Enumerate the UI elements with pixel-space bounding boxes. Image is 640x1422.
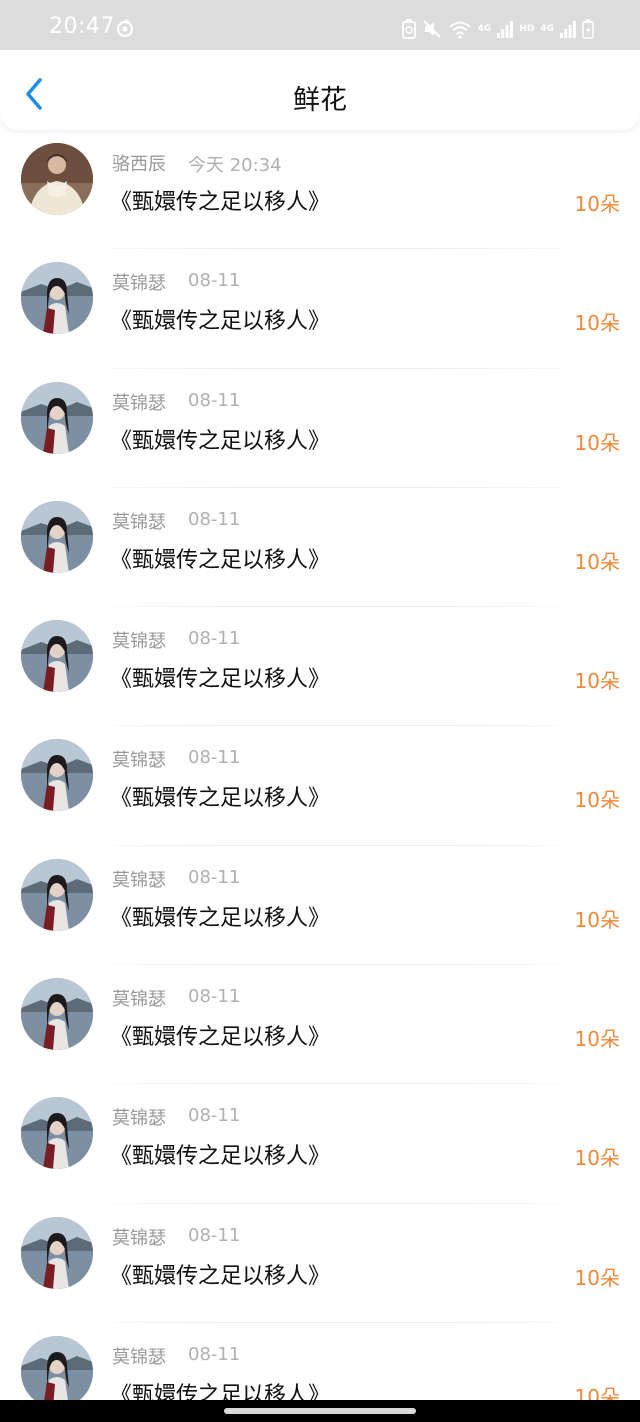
flower-list: 骆西辰 今天 20:34 《甄嬛传之足以移人》 10朵 莫锦瑟 08-11 《甄… xyxy=(0,130,640,1422)
avatar[interactable] xyxy=(21,858,93,931)
home-indicator[interactable] xyxy=(224,1408,416,1414)
send-time: 08-11 xyxy=(188,986,241,1008)
book-title: 《甄嬛传之足以移人》 xyxy=(110,1263,331,1289)
send-time: 08-11 xyxy=(188,1224,241,1246)
flower-count: 10朵 xyxy=(574,549,620,574)
flower-count: 10朵 xyxy=(574,669,620,694)
battery-saver-icon xyxy=(401,19,416,39)
book-title: 《甄嬛传之足以移人》 xyxy=(110,667,331,693)
list-item[interactable]: 莫锦瑟 08-11 《甄嬛传之足以移人》 10朵 xyxy=(0,846,640,966)
user-avatar-image xyxy=(21,262,93,335)
list-item[interactable]: 莫锦瑟 08-11 《甄嬛传之足以移人》 10朵 xyxy=(0,1084,640,1204)
book-title: 《甄嬛传之足以移人》 xyxy=(110,428,331,454)
avatar[interactable] xyxy=(21,500,93,573)
status-icons: 4G HD 4G xyxy=(401,17,594,41)
flower-count: 10朵 xyxy=(574,192,620,216)
hd-label: HD xyxy=(519,24,535,34)
sender-name: 莫锦瑟 xyxy=(112,273,166,295)
avatar[interactable] xyxy=(21,143,93,215)
network-badge-2: 4G xyxy=(540,24,554,34)
signal-icon xyxy=(497,21,514,38)
sender-name: 骆西辰 xyxy=(112,154,166,175)
user-avatar-image xyxy=(21,1216,93,1289)
status-bar: 20:47 4G HD 4G xyxy=(0,0,640,50)
book-title: 《甄嬛传之足以移人》 xyxy=(110,1025,331,1051)
avatar[interactable] xyxy=(21,978,93,1051)
flower-count: 10朵 xyxy=(574,788,620,813)
signal-icon-2 xyxy=(560,21,576,38)
list-item[interactable]: 莫锦瑟 08-11 《甄嬛传之足以移人》 10朵 xyxy=(0,726,640,846)
book-title: 《甄嬛传之足以移人》 xyxy=(110,1144,331,1170)
avatar[interactable] xyxy=(21,262,93,335)
send-time: 08-11 xyxy=(188,270,241,292)
flower-count: 10朵 xyxy=(574,1146,620,1171)
user-avatar-image xyxy=(21,620,93,693)
sender-name: 莫锦瑟 xyxy=(112,511,166,533)
user-avatar-image xyxy=(21,1097,93,1170)
avatar[interactable] xyxy=(21,1335,93,1408)
sender-name: 莫锦瑟 xyxy=(112,631,166,653)
send-time: 08-11 xyxy=(188,747,241,769)
mute-icon xyxy=(422,20,441,38)
user-avatar-image xyxy=(21,500,93,573)
user-avatar-image xyxy=(21,143,93,215)
flower-page: 20:47 4G HD 4G 鲜花 骆西辰 今天 20:34 《甄嬛传之足以移人… xyxy=(0,0,640,1422)
flower-count: 10朵 xyxy=(574,430,620,455)
list-item[interactable]: 莫锦瑟 08-11 《甄嬛传之足以移人》 10朵 xyxy=(0,1204,640,1323)
status-time: 20:47 xyxy=(49,14,115,39)
system-navigation-bar xyxy=(0,1400,640,1422)
book-title: 《甄嬛传之足以移人》 xyxy=(110,309,331,335)
send-time: 08-11 xyxy=(188,866,241,888)
sender-name: 莫锦瑟 xyxy=(112,1346,166,1368)
sender-name: 莫锦瑟 xyxy=(112,1108,166,1130)
user-avatar-image xyxy=(21,739,93,812)
network-badge-1: 4G xyxy=(477,24,492,34)
send-time: 08-11 xyxy=(188,508,241,530)
user-avatar-image xyxy=(21,858,93,931)
sender-name: 莫锦瑟 xyxy=(112,750,166,772)
battery-icon xyxy=(582,19,594,39)
flower-count: 10朵 xyxy=(574,1027,620,1052)
list-item[interactable]: 莫锦瑟 08-11 《甄嬛传之足以移人》 10朵 xyxy=(0,249,640,369)
list-item[interactable]: 莫锦瑟 08-11 《甄嬛传之足以移人》 10朵 xyxy=(0,369,640,488)
flower-count: 10朵 xyxy=(574,1265,620,1290)
user-avatar-image xyxy=(21,1335,93,1408)
book-title: 《甄嬛传之足以移人》 xyxy=(110,190,331,215)
send-time: 08-11 xyxy=(188,628,241,650)
book-title: 《甄嬛传之足以移人》 xyxy=(110,905,331,931)
avatar[interactable] xyxy=(21,1216,93,1289)
header: 鲜花 xyxy=(0,50,640,130)
network-speed-icon xyxy=(116,19,134,38)
sender-name: 莫锦瑟 xyxy=(112,1227,166,1249)
sender-name: 莫锦瑟 xyxy=(112,989,166,1011)
flower-count: 10朵 xyxy=(574,907,620,932)
user-avatar-image xyxy=(21,978,93,1051)
list-item[interactable]: 莫锦瑟 08-11 《甄嬛传之足以移人》 10朵 xyxy=(0,607,640,727)
sender-name: 莫锦瑟 xyxy=(112,392,166,414)
flower-count: 10朵 xyxy=(574,311,620,336)
send-time: 今天 20:34 xyxy=(188,155,282,176)
list-item[interactable]: 莫锦瑟 08-11 《甄嬛传之足以移人》 10朵 xyxy=(0,965,640,1085)
page-title: 鲜花 xyxy=(293,85,347,116)
book-title: 《甄嬛传之足以移人》 xyxy=(110,547,331,573)
wifi-icon xyxy=(449,21,471,39)
avatar[interactable] xyxy=(21,1097,93,1170)
user-avatar-image xyxy=(21,381,93,454)
list-item[interactable]: 骆西辰 今天 20:34 《甄嬛传之足以移人》 10朵 xyxy=(0,130,640,250)
avatar[interactable] xyxy=(21,381,93,454)
avatar[interactable] xyxy=(21,620,93,693)
avatar[interactable] xyxy=(21,739,93,812)
send-time: 08-11 xyxy=(188,389,241,411)
send-time: 08-11 xyxy=(188,1105,241,1127)
send-time: 08-11 xyxy=(188,1343,241,1365)
sender-name: 莫锦瑟 xyxy=(112,869,166,891)
list-item[interactable]: 莫锦瑟 08-11 《甄嬛传之足以移人》 10朵 xyxy=(0,488,640,608)
book-title: 《甄嬛传之足以移人》 xyxy=(110,786,331,812)
